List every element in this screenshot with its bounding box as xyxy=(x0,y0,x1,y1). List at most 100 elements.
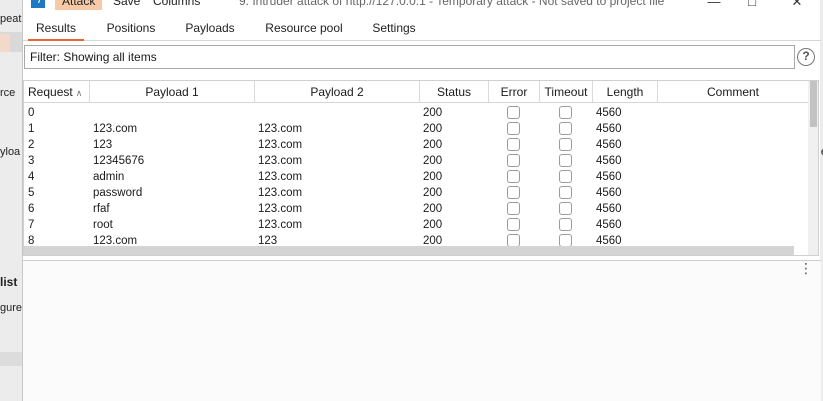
background-text: peat xyxy=(0,13,22,25)
cell-status: 200 xyxy=(423,219,443,231)
cell-request: 0 xyxy=(28,107,35,119)
vertical-scrollbar[interactable] xyxy=(808,81,818,255)
column-header-length[interactable]: Length xyxy=(593,81,658,103)
table-header: Request ∧ Payload 1 Payload 2 Status Erro… xyxy=(24,81,818,103)
column-header-request[interactable]: Request ∧ xyxy=(24,81,90,103)
table-row[interactable]: 0 200 4560 xyxy=(24,105,808,121)
maximize-icon[interactable]: □ xyxy=(740,0,764,10)
menu-save[interactable]: Save xyxy=(106,0,147,10)
cell-request: 6 xyxy=(28,203,35,215)
error-checkbox xyxy=(507,122,520,135)
cell-payload-1: admin xyxy=(93,171,125,183)
minimize-icon[interactable]: — xyxy=(702,0,726,10)
background-text: yloa xyxy=(0,146,21,158)
cell-status: 200 xyxy=(423,171,443,183)
tab-results[interactable]: Results xyxy=(28,17,84,41)
background-app-left: peat rce yloa list gure xyxy=(0,0,22,401)
tab-bar: Results Positions Payloads Resource pool… xyxy=(23,17,821,41)
cell-length: 4560 xyxy=(596,123,622,135)
cell-payload-1: root xyxy=(93,219,113,231)
cell-payload-1: rfaf xyxy=(93,203,110,215)
column-header-payload-2[interactable]: Payload 2 xyxy=(255,81,420,103)
cell-length: 4560 xyxy=(596,107,622,119)
cell-payload-2: 123.com xyxy=(258,203,303,215)
cell-payload-1: 12345676 xyxy=(93,155,145,167)
table-row[interactable]: 2 123 123.com 200 4560 xyxy=(24,137,808,153)
tab-payloads[interactable]: Payloads xyxy=(178,17,242,41)
table-row[interactable]: 6 rfaf 123.com 200 4560 xyxy=(24,201,808,217)
cell-payload-2: 123.com xyxy=(258,171,303,183)
tab-positions[interactable]: Positions xyxy=(99,17,163,41)
cell-payload-1: 123.com xyxy=(93,123,138,135)
cell-length: 4560 xyxy=(596,187,622,199)
cell-length: 4560 xyxy=(596,155,622,167)
background-text: rce xyxy=(0,87,16,99)
cell-payload-2: 123.com xyxy=(258,123,303,135)
error-checkbox xyxy=(507,170,520,183)
cell-length: 4560 xyxy=(596,203,622,215)
menu-attack[interactable]: Attack xyxy=(55,0,103,10)
cell-status: 200 xyxy=(423,203,443,215)
cell-status: 200 xyxy=(423,123,443,135)
table-row[interactable]: 1 123.com 123.com 200 4560 xyxy=(24,121,808,137)
timeout-checkbox xyxy=(559,202,572,215)
results-table: Request ∧ Payload 1 Payload 2 Status Erro… xyxy=(23,80,819,256)
error-checkbox xyxy=(507,106,520,119)
tab-settings[interactable]: Settings xyxy=(365,17,423,41)
column-header-comment[interactable]: Comment xyxy=(658,81,808,103)
more-options-icon[interactable]: ⋮ xyxy=(799,261,813,275)
timeout-checkbox xyxy=(559,122,572,135)
error-checkbox xyxy=(507,218,520,231)
background-highlight xyxy=(0,34,10,52)
background-text: gure xyxy=(0,302,22,314)
scrollbar-thumb[interactable] xyxy=(810,81,817,127)
error-checkbox xyxy=(507,186,520,199)
cell-payload-1: password xyxy=(93,187,143,199)
column-header-error[interactable]: Error xyxy=(489,81,540,103)
background-band xyxy=(0,352,22,366)
table-row[interactable]: 7 root 123.com 200 4560 xyxy=(24,217,808,233)
table-row[interactable]: 5 password 123.com 200 4560 xyxy=(24,185,808,201)
column-header-status[interactable]: Status xyxy=(420,81,489,103)
burp-logo-icon: ϟ xyxy=(31,0,45,8)
timeout-checkbox xyxy=(559,218,572,231)
table-body: 0 200 4560 1 123.com 123.com 200 4560 2 … xyxy=(24,105,808,249)
intruder-attack-window: ϟ Attack Save Columns 9. Intruder attack… xyxy=(22,0,821,401)
window-title: 9. Intruder attack of http://127.0.0.1 -… xyxy=(239,0,665,8)
title-bar: ϟ Attack Save Columns 9. Intruder attack… xyxy=(23,0,821,10)
cell-payload-1: 123 xyxy=(93,139,113,151)
column-header-timeout[interactable]: Timeout xyxy=(540,81,593,103)
cell-length: 4560 xyxy=(596,139,622,151)
cell-request: 5 xyxy=(28,187,35,199)
request-response-pane: ⋮ xyxy=(23,260,821,401)
cell-request: 2 xyxy=(28,139,35,151)
column-header-payload-1[interactable]: Payload 1 xyxy=(90,81,255,103)
cell-payload-2: 123.com xyxy=(258,219,303,231)
table-row[interactable]: 4 admin 123.com 200 4560 xyxy=(24,169,808,185)
sort-ascending-icon: ∧ xyxy=(75,88,83,98)
timeout-checkbox xyxy=(559,170,572,183)
close-icon[interactable]: ✕ xyxy=(785,0,809,10)
table-row[interactable]: 3 12345676 123.com 200 4560 xyxy=(24,153,808,169)
error-checkbox xyxy=(507,154,520,167)
cell-payload-2: 123.com xyxy=(258,139,303,151)
cell-status: 200 xyxy=(423,187,443,199)
timeout-checkbox xyxy=(559,154,572,167)
cell-request: 1 xyxy=(28,123,35,135)
cell-length: 4560 xyxy=(596,219,622,231)
tab-resource-pool[interactable]: Resource pool xyxy=(259,17,349,41)
error-checkbox xyxy=(507,202,520,215)
filter-bar[interactable]: Filter: Showing all items xyxy=(24,45,795,69)
cell-length: 4560 xyxy=(596,171,622,183)
cell-status: 200 xyxy=(423,107,443,119)
timeout-checkbox xyxy=(559,106,572,119)
timeout-checkbox xyxy=(559,138,572,151)
column-header-label: Request xyxy=(28,85,73,99)
timeout-checkbox xyxy=(559,186,572,199)
help-icon[interactable]: ? xyxy=(797,48,815,66)
cell-payload-2: 123.com xyxy=(258,155,303,167)
menu-columns[interactable]: Columns xyxy=(146,0,207,10)
horizontal-scrollbar[interactable] xyxy=(24,246,794,255)
cell-request: 3 xyxy=(28,155,35,167)
background-text: list xyxy=(0,275,18,289)
